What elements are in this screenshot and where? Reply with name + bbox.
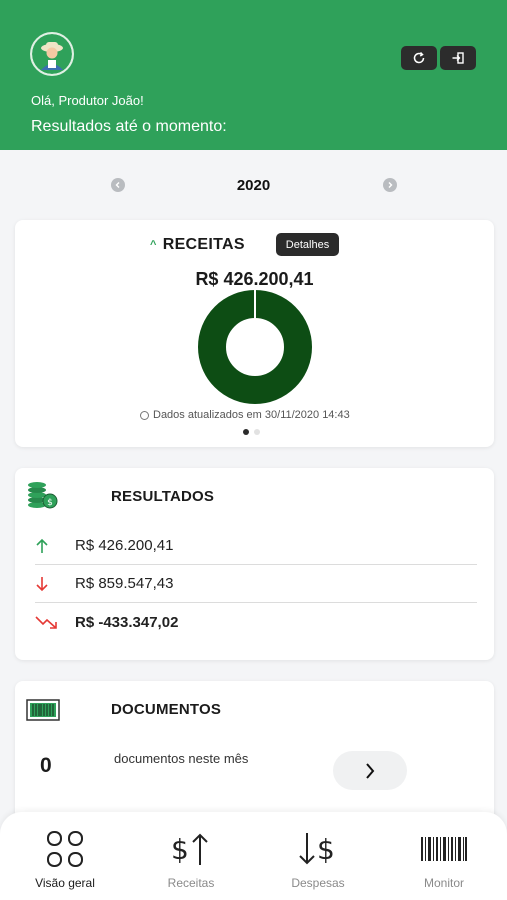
result-row-expense: R$ 859.547,43 [35, 565, 477, 603]
farmer-avatar-icon [32, 34, 72, 74]
nav-despesas[interactable]: $ Despesas [268, 828, 368, 892]
bottom-navigation: Visão geral $ Receitas $ Despesas Monito… [0, 812, 507, 900]
nav-receitas[interactable]: $ Receitas [141, 828, 241, 892]
arrow-down-icon [35, 576, 75, 592]
documents-text: documentos neste mês [114, 751, 249, 766]
nav-monitor[interactable]: Monitor [394, 828, 494, 892]
open-documents-button[interactable] [333, 751, 407, 790]
nav-label: Despesas [291, 876, 345, 890]
page-indicator [243, 429, 260, 435]
documentos-title: DOCUMENTOS [111, 701, 222, 718]
documentos-card: DOCUMENTOS 0 documentos neste mês [15, 681, 494, 831]
documents-count: 0 [40, 754, 52, 777]
refresh-button[interactable] [401, 46, 437, 70]
expense-value: R$ 859.547,43 [75, 575, 174, 592]
nav-label: Receitas [167, 876, 215, 890]
money-stack-icon: $ [28, 482, 58, 509]
page-dot-1[interactable] [243, 429, 249, 435]
refresh-icon [413, 51, 425, 64]
receitas-card: ^ RECEITAS Detalhes R$ 426.200,41 Dados … [15, 220, 494, 447]
money-down-icon: $ [298, 828, 338, 870]
logout-button[interactable] [440, 46, 476, 70]
balance-value: R$ -433.347,02 [75, 613, 179, 631]
clock-icon [140, 410, 149, 420]
details-button[interactable]: Detalhes [276, 233, 339, 256]
grid-icon [45, 828, 85, 870]
updated-info: Dados atualizados em 30/11/2020 14:43 [140, 409, 350, 421]
resultados-title: RESULTADOS [111, 488, 215, 505]
app-header: Olá, Produtor João! Resultados até o mom… [0, 0, 507, 150]
trend-down-icon [35, 614, 75, 630]
income-value: R$ 426.200,41 [75, 537, 174, 554]
barcode-icon [420, 828, 468, 870]
year-label: 2020 [236, 177, 271, 194]
chevron-right-icon [388, 182, 393, 188]
money-up-icon: $ [171, 828, 211, 870]
receitas-title[interactable]: ^ RECEITAS [150, 236, 245, 254]
arrow-up-icon [35, 538, 75, 554]
svg-text:$: $ [171, 833, 189, 866]
result-row-balance: R$ -433.347,02 [35, 603, 477, 641]
nav-visao-geral[interactable]: Visão geral [15, 828, 115, 892]
receitas-donut-chart [198, 290, 312, 404]
logout-icon [452, 52, 464, 64]
nav-label: Monitor [423, 876, 464, 890]
chevron-right-icon [366, 762, 375, 779]
resultados-card: $ RESULTADOS R$ 426.200,41 R$ 859.547,43… [15, 468, 494, 660]
header-subtitle: Resultados até o momento: [31, 118, 227, 135]
updated-text: Dados atualizados em 30/11/2020 14:43 [153, 409, 350, 421]
avatar[interactable] [30, 32, 74, 76]
receitas-title-label: RECEITAS [162, 236, 245, 253]
chevron-up-icon: ^ [150, 239, 157, 251]
svg-text:$: $ [317, 833, 335, 866]
next-year-button[interactable] [383, 178, 397, 192]
barcode-doc-icon [26, 699, 60, 721]
year-selector: 2020 [0, 172, 507, 200]
result-row-income: R$ 426.200,41 [35, 527, 477, 565]
greeting-text: Olá, Produtor João! [31, 93, 144, 108]
nav-label: Visão geral [35, 876, 95, 890]
svg-text:$: $ [47, 498, 53, 508]
receitas-amount: R$ 426.200,41 [195, 269, 314, 289]
page-dot-2[interactable] [254, 429, 260, 435]
